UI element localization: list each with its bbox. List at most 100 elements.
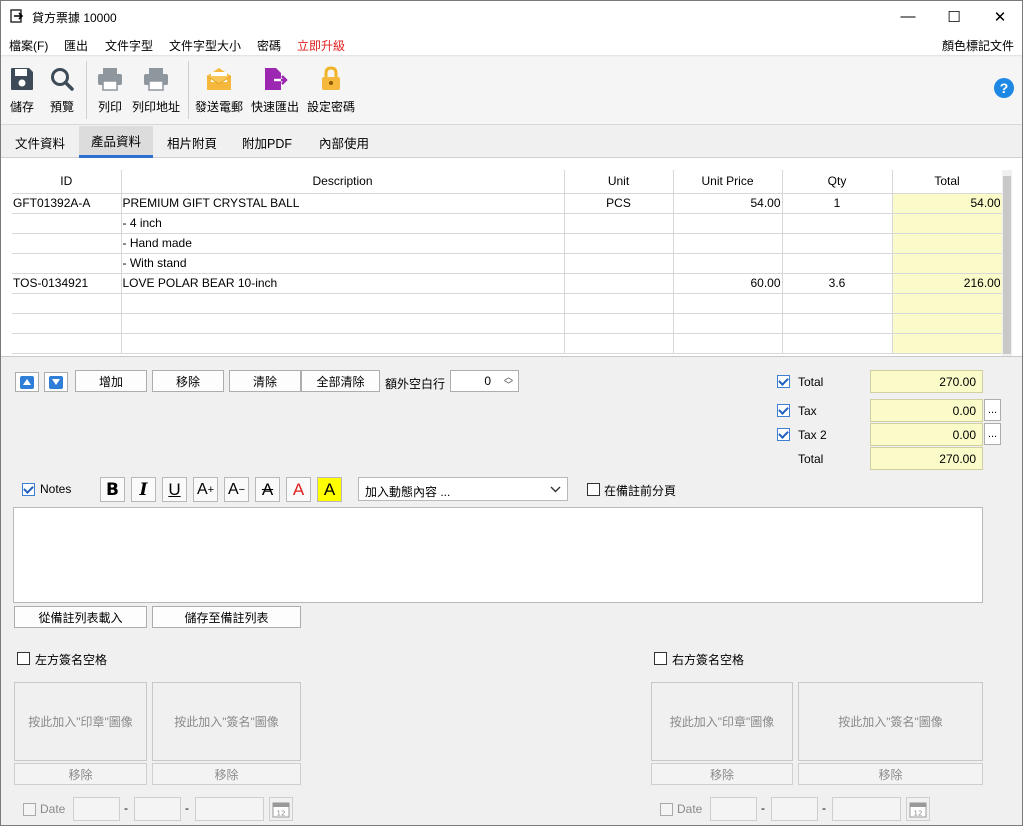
cell-qty[interactable] — [782, 313, 893, 334]
column-header-total[interactable]: Total — [892, 170, 1003, 194]
load-from-notes-list-button[interactable]: 從備註列表載入 — [14, 606, 147, 628]
italic-icon[interactable]: I — [131, 477, 156, 502]
cell-unit-price[interactable]: 54.00 — [673, 193, 783, 214]
left-signature-remove-button[interactable]: 移除 — [152, 763, 301, 785]
cell-id[interactable] — [12, 293, 122, 314]
tax-value-field[interactable]: 0.00 — [870, 399, 983, 422]
cell-description[interactable] — [121, 333, 565, 354]
right-calendar-button[interactable]: 12 — [906, 797, 930, 821]
cell-total[interactable] — [892, 333, 1003, 354]
menu-file[interactable]: 檔案(F) — [9, 37, 48, 54]
table-row[interactable]: GFT01392A-A PREMIUM GIFT CRYSTAL BALL PCS 5… — [12, 193, 1003, 214]
notes-textarea[interactable] — [13, 507, 983, 603]
bold-icon[interactable]: B — [100, 477, 125, 502]
cell-unit[interactable] — [564, 253, 674, 274]
right-signature-remove-button[interactable]: 移除 — [798, 763, 983, 785]
right-signature-image-box[interactable]: 按此加入"簽名"圖像 — [798, 682, 983, 761]
clear-row-button[interactable]: 清除 — [229, 370, 301, 392]
cell-description[interactable]: PREMIUM GIFT CRYSTAL BALL — [121, 193, 565, 214]
cell-total[interactable] — [892, 233, 1003, 254]
table-row[interactable]: - Hand made — [12, 233, 1003, 254]
column-header-id[interactable]: ID — [12, 170, 122, 194]
page-break-before-notes-checkbox[interactable] — [587, 483, 600, 496]
cell-total[interactable]: 216.00 — [892, 273, 1003, 294]
cell-unit[interactable] — [564, 333, 674, 354]
tab-attach-pdf[interactable]: 附加PDF — [230, 126, 304, 158]
menu-upgrade[interactable]: 立即升級 — [297, 37, 345, 54]
cell-id[interactable]: TOS-0134921 — [12, 273, 122, 294]
font-size-increase-icon[interactable]: A + — [193, 477, 218, 502]
cell-id[interactable] — [12, 333, 122, 354]
font-color-icon[interactable]: A — [286, 477, 311, 502]
column-header-unit[interactable]: Unit — [564, 170, 674, 194]
cell-total[interactable] — [892, 293, 1003, 314]
send-email-button[interactable]: 發送電郵 — [195, 63, 243, 115]
table-row[interactable]: - 4 inch — [12, 213, 1003, 234]
print-address-button[interactable]: 列印地址 — [132, 63, 180, 115]
cell-unit[interactable] — [564, 293, 674, 314]
tab-internal-use[interactable]: 內部使用 — [307, 126, 381, 158]
extra-blank-rows-stepper[interactable]: 0 ︿ ﹀ — [450, 370, 519, 392]
column-header-qty[interactable]: Qty — [782, 170, 893, 194]
menu-document-font-size[interactable]: 文件字型大小 — [169, 37, 241, 54]
cell-unit-price[interactable]: 60.00 — [673, 273, 783, 294]
menu-password[interactable]: 密碼 — [257, 37, 281, 54]
table-row[interactable]: TOS-0134921 LOVE POLAR BEAR 10-inch 60.00 3… — [12, 273, 1003, 294]
cell-qty[interactable] — [782, 293, 893, 314]
cell-qty[interactable] — [782, 253, 893, 274]
cell-description[interactable]: - 4 inch — [121, 213, 565, 234]
cell-qty[interactable] — [782, 233, 893, 254]
cell-qty[interactable] — [782, 213, 893, 234]
tax2-value-field[interactable]: 0.00 — [870, 423, 983, 446]
left-calendar-button[interactable]: 12 — [269, 797, 293, 821]
save-button[interactable]: 儲存 — [6, 63, 38, 115]
cell-id[interactable] — [12, 253, 122, 274]
dynamic-content-dropdown[interactable]: 加入動態內容 ... — [358, 477, 568, 501]
right-stamp-remove-button[interactable]: 移除 — [651, 763, 793, 785]
tax-settings-button[interactable]: ... — [984, 399, 1001, 421]
cell-unit-price[interactable] — [673, 233, 783, 254]
left-stamp-remove-button[interactable]: 移除 — [14, 763, 147, 785]
tax-checkbox[interactable] — [777, 404, 790, 417]
left-date-month-field[interactable] — [134, 797, 181, 821]
left-date-checkbox[interactable] — [23, 803, 36, 816]
set-password-button[interactable]: 設定密碼 — [307, 63, 355, 115]
font-size-decrease-icon[interactable]: A − — [224, 477, 249, 502]
cell-unit[interactable] — [564, 273, 674, 294]
tax2-settings-button[interactable]: ... — [984, 423, 1001, 445]
cell-unit-price[interactable] — [673, 253, 783, 274]
cell-unit[interactable]: PCS — [564, 193, 674, 214]
cell-total[interactable] — [892, 213, 1003, 234]
left-signature-checkbox[interactable] — [17, 652, 30, 665]
table-row[interactable] — [12, 313, 1003, 334]
cell-unit[interactable] — [564, 313, 674, 334]
maximize-button[interactable]: ☐ — [931, 1, 977, 32]
table-row[interactable] — [12, 293, 1003, 314]
cell-qty[interactable] — [782, 333, 893, 354]
notes-checkbox[interactable] — [22, 483, 35, 496]
table-row[interactable]: - With stand — [12, 253, 1003, 274]
cell-description[interactable]: - Hand made — [121, 233, 565, 254]
menu-document-font[interactable]: 文件字型 — [105, 37, 153, 54]
cell-description[interactable]: - With stand — [121, 253, 565, 274]
items-table[interactable]: ID Description Unit Unit Price Qty Total… — [12, 170, 1003, 354]
column-header-unit-price[interactable]: Unit Price — [673, 170, 783, 194]
cell-unit-price[interactable] — [673, 333, 783, 354]
cell-unit-price[interactable] — [673, 313, 783, 334]
preview-button[interactable]: 預覽 — [46, 63, 78, 115]
right-stamp-image-box[interactable]: 按此加入"印章"圖像 — [651, 682, 793, 761]
right-date-month-field[interactable] — [771, 797, 818, 821]
right-date-day-field[interactable] — [710, 797, 757, 821]
highlight-color-icon[interactable]: A — [317, 477, 342, 502]
left-stamp-image-box[interactable]: 按此加入"印章"圖像 — [14, 682, 147, 761]
cell-unit-price[interactable] — [673, 213, 783, 234]
cell-unit-price[interactable] — [673, 293, 783, 314]
quick-export-button[interactable]: 快速匯出 — [251, 63, 299, 115]
cell-id[interactable] — [12, 213, 122, 234]
help-icon[interactable]: ? — [994, 78, 1014, 98]
right-signature-checkbox[interactable] — [654, 652, 667, 665]
cell-id[interactable] — [12, 313, 122, 334]
cell-total[interactable] — [892, 313, 1003, 334]
right-date-checkbox[interactable] — [660, 803, 673, 816]
tab-product-info[interactable]: 產品資料 — [79, 126, 154, 158]
